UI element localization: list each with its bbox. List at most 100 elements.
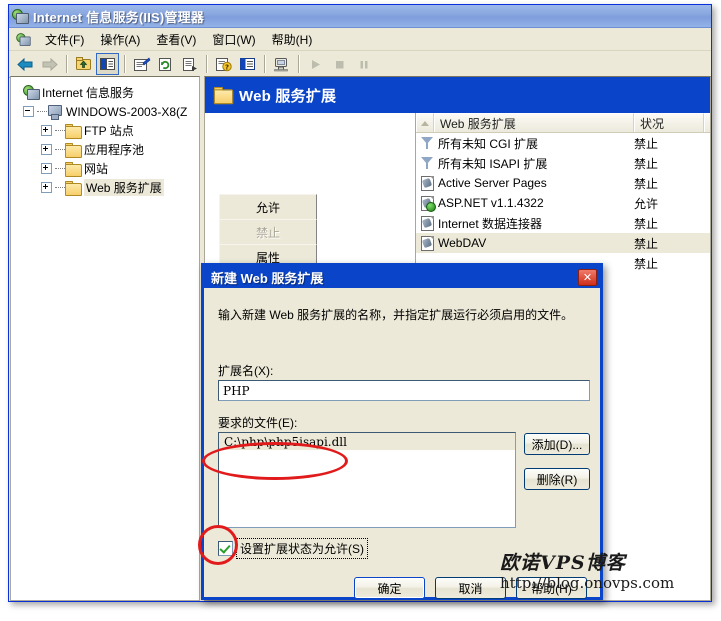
- new-web-service-extension-dialog: 新建 Web 服务扩展 ✕ 输入新建 Web 服务扩展的名称，并指定扩展运行必须…: [201, 263, 603, 600]
- tree-item-server[interactable]: WINDOWS-2003-X8(Z: [17, 102, 199, 121]
- filter-icon: [416, 136, 438, 150]
- help-icon[interactable]: ?: [212, 53, 235, 75]
- column-header-sort[interactable]: [416, 113, 434, 132]
- folder-icon: [213, 86, 234, 105]
- console-tree-pane[interactable]: Internet 信息服务 WINDOWS-2003-X8(Z FTP 站点 应…: [10, 76, 200, 601]
- tree-expander-minus-icon[interactable]: [23, 106, 34, 117]
- extensions-listview[interactable]: Web 服务扩展 状况 所有未知 CGI 扩展 禁止 所有未知 ISAPI 扩展…: [415, 113, 710, 273]
- remove-file-button[interactable]: 删除(R): [524, 468, 590, 490]
- menu-item-file[interactable]: 文件(F): [37, 29, 92, 50]
- tree-connector: [55, 167, 65, 170]
- refresh-icon[interactable]: [154, 53, 177, 75]
- ok-button[interactable]: 确定: [354, 577, 425, 599]
- extension-name-value: PHP: [223, 383, 250, 398]
- system-menu-icon[interactable]: [16, 32, 31, 46]
- tree-item-ftp-sites[interactable]: FTP 站点: [17, 121, 199, 140]
- prohibit-button: 禁止: [219, 219, 317, 245]
- tree-item-label: FTP 站点: [84, 124, 134, 138]
- required-files-listbox[interactable]: C:\php\php5isapi.dll: [218, 432, 516, 528]
- extension-name-label: 扩展名(X):: [218, 364, 274, 378]
- cancel-button[interactable]: 取消: [435, 577, 506, 599]
- forward-icon: [38, 53, 61, 75]
- window-titlebar: Internet 信息服务(IIS)管理器: [9, 5, 711, 28]
- dialog-titlebar: 新建 Web 服务扩展 ✕: [204, 266, 600, 288]
- menu-item-action[interactable]: 操作(A): [92, 29, 148, 50]
- tree-item-iis-root[interactable]: Internet 信息服务: [17, 83, 199, 102]
- iis-manager-window: Internet 信息服务(IIS)管理器 文件(F) 操作(A) 查看(V) …: [8, 4, 712, 602]
- show-hide-console-tree-icon[interactable]: [96, 53, 119, 75]
- page-title: Web 服务扩展: [239, 87, 337, 105]
- window-title: Internet 信息服务(IIS)管理器: [33, 9, 205, 25]
- menu-item-view[interactable]: 查看(V): [148, 29, 204, 50]
- help-button[interactable]: 帮助(H): [516, 577, 587, 599]
- set-status-allowed-checkbox[interactable]: [218, 541, 233, 556]
- toolbar-separator: [124, 55, 126, 73]
- tree-item-label: WINDOWS-2003-X8(Z: [66, 104, 188, 119]
- menu-item-help[interactable]: 帮助(H): [264, 29, 321, 50]
- column-header-status[interactable]: 状况: [634, 113, 704, 132]
- back-icon[interactable]: [14, 53, 37, 75]
- properties-icon[interactable]: [130, 53, 153, 75]
- table-row[interactable]: Internet 数据连接器 禁止: [416, 213, 710, 233]
- extension-name: 所有未知 ISAPI 扩展: [438, 156, 548, 171]
- extension-doc-icon: [416, 235, 438, 251]
- dialog-description: 输入新建 Web 服务扩展的名称，并指定扩展运行必须启用的文件。: [218, 308, 574, 322]
- table-row[interactable]: 所有未知 ISAPI 扩展 禁止: [416, 153, 710, 173]
- table-row[interactable]: Active Server Pages 禁止: [416, 173, 710, 193]
- tree-item-app-pools[interactable]: 应用程序池: [17, 140, 199, 159]
- close-glyph: ✕: [582, 270, 593, 284]
- extension-name: Active Server Pages: [438, 176, 547, 190]
- extension-actions: 允许 禁止 属性: [219, 194, 317, 270]
- tree-item-web-service-extensions[interactable]: Web 服务扩展: [17, 178, 199, 197]
- tree-expander-plus-icon[interactable]: [41, 163, 52, 174]
- toolbar-separator: [298, 55, 300, 73]
- status-badge: 禁止: [634, 256, 659, 271]
- toolbar-separator: [206, 55, 208, 73]
- export-list-icon[interactable]: [178, 53, 201, 75]
- column-header-name[interactable]: Web 服务扩展: [434, 113, 634, 132]
- add-file-button[interactable]: 添加(D)...: [524, 433, 590, 455]
- status-badge: 禁止: [634, 156, 659, 171]
- extension-name: Internet 数据连接器: [438, 216, 543, 231]
- allow-button[interactable]: 允许: [219, 194, 317, 220]
- dialog-title: 新建 Web 服务扩展: [211, 270, 324, 286]
- local-computer-icon: [47, 104, 63, 120]
- connect-computer-icon[interactable]: [270, 53, 293, 75]
- status-badge: 允许: [634, 196, 659, 211]
- tree-item-label: Internet 信息服务: [42, 86, 135, 100]
- column-header-extra[interactable]: [704, 113, 710, 132]
- detail-view-icon[interactable]: [236, 53, 259, 75]
- extension-name: WebDAV: [438, 236, 487, 250]
- set-status-allowed-row[interactable]: 设置扩展状态为允许(S): [218, 538, 368, 559]
- up-one-level-icon[interactable]: [72, 53, 95, 75]
- folder-icon: [65, 142, 82, 158]
- extension-name-input[interactable]: PHP: [218, 380, 590, 401]
- status-badge: 禁止: [634, 216, 659, 231]
- tree-connector: [55, 148, 65, 151]
- table-row[interactable]: ASP.NET v1.1.4322 允许: [416, 193, 710, 213]
- dialog-body: 输入新建 Web 服务扩展的名称，并指定扩展运行必须启用的文件。 扩展名(X):…: [204, 288, 600, 599]
- tree-expander-plus-icon[interactable]: [41, 144, 52, 155]
- tree-item-label: 网站: [84, 162, 109, 176]
- tree-item-label: Web 服务扩展: [84, 179, 164, 196]
- extension-doc-icon: [416, 175, 438, 191]
- table-row[interactable]: 所有未知 CGI 扩展 禁止: [416, 133, 710, 153]
- tree-connector: [55, 186, 65, 189]
- extension-doc-icon: [416, 215, 438, 231]
- close-icon[interactable]: ✕: [578, 268, 597, 286]
- table-row[interactable]: WebDAV 禁止: [416, 233, 710, 253]
- console-tree: Internet 信息服务 WINDOWS-2003-X8(Z FTP 站点 应…: [11, 77, 199, 197]
- folder-icon: [65, 180, 82, 196]
- start-icon: [304, 53, 327, 75]
- menu-item-window[interactable]: 窗口(W): [204, 29, 263, 50]
- menubar: 文件(F) 操作(A) 查看(V) 窗口(W) 帮助(H): [9, 28, 711, 51]
- extension-name: 所有未知 CGI 扩展: [438, 136, 539, 151]
- tree-expander-plus-icon[interactable]: [41, 125, 52, 136]
- tree-expander-plus-icon[interactable]: [41, 182, 52, 193]
- tree-item-web-sites[interactable]: 网站: [17, 159, 199, 178]
- toolbar-separator: [264, 55, 266, 73]
- status-badge: 禁止: [634, 136, 659, 151]
- extension-doc-enabled-icon: [416, 195, 438, 212]
- list-item[interactable]: C:\php\php5isapi.dll: [219, 433, 515, 450]
- tree-connector: [55, 129, 65, 132]
